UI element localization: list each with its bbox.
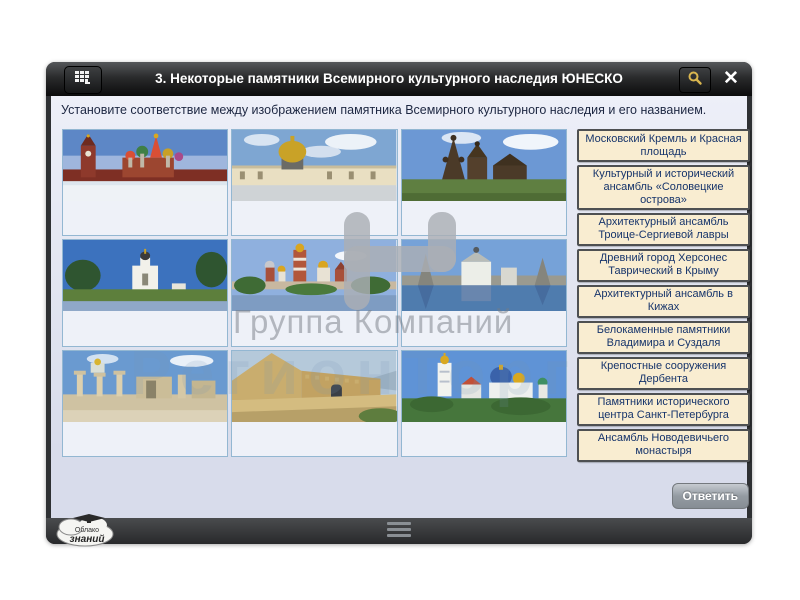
grid-cell [231, 129, 397, 236]
grid-cell [401, 350, 567, 457]
kizhi-wooden-churches-photo [402, 130, 566, 201]
grid-cell [231, 239, 397, 346]
logo-line2: знаний [70, 534, 105, 545]
drop-slot[interactable] [63, 201, 227, 235]
trinity-lavra-sergiev-posad-photo [402, 351, 566, 422]
drag-handle-icon[interactable] [387, 522, 411, 537]
answer-option[interactable]: Архитектурный ансамбль в Кижах [577, 285, 750, 318]
search-button[interactable] [679, 67, 711, 93]
bottom-bar: Облако знаний [46, 518, 752, 544]
moscow-kremlin-red-square-photo [63, 130, 227, 201]
answer-option[interactable]: Московский Кремль и Красная площадь [577, 129, 750, 162]
grid-cell [231, 350, 397, 457]
drop-slot[interactable] [232, 201, 396, 235]
answer-option[interactable]: Крепостные сооружения Дербента [577, 357, 750, 390]
drop-slot[interactable] [402, 311, 566, 345]
grid-cell [401, 239, 567, 346]
novodevichy-convent-photo [232, 240, 396, 311]
app-window: 3. Некоторые памятники Всемирного культу… [46, 62, 752, 544]
derbent-fortress-photo [232, 351, 396, 422]
magnifier-icon [687, 70, 703, 91]
logo-line1: Облако [75, 526, 99, 534]
drop-slot[interactable] [63, 311, 227, 345]
answer-option[interactable]: Древний город Херсонес Таврический в Кры… [577, 249, 750, 282]
drop-slot[interactable] [402, 201, 566, 235]
church-intercession-on-nerl-photo [63, 240, 227, 311]
image-grid [62, 129, 567, 457]
grid-icon [74, 70, 92, 90]
drop-slot[interactable] [232, 311, 396, 345]
menu-button[interactable] [64, 66, 102, 94]
titlebar: 3. Некоторые памятники Всемирного культу… [46, 62, 752, 96]
grid-cell [401, 129, 567, 236]
oblako-znaniy-logo: Облако знаний [51, 508, 119, 548]
drop-slot[interactable] [232, 422, 396, 456]
question-text: Установите соответствие между изображени… [61, 103, 739, 117]
chersonesus-ruins-photo [63, 351, 227, 422]
drop-slot[interactable] [63, 422, 227, 456]
grid-cell [62, 129, 228, 236]
answer-option[interactable]: Белокаменные памятники Владимира и Сузда… [577, 321, 750, 354]
submit-button[interactable]: Ответить [672, 483, 749, 509]
answer-option[interactable]: Архитектурный ансамбль Троице-Сергиевой … [577, 213, 750, 246]
answer-list: Московский Кремль и Красная площадь Куль… [577, 129, 750, 462]
page-title: 3. Некоторые памятники Всемирного культу… [106, 62, 672, 96]
drop-slot[interactable] [402, 422, 566, 456]
solovetsky-monastery-photo [402, 240, 566, 311]
answer-option[interactable]: Ансамбль Новодевичьего монастыря [577, 429, 750, 462]
task-area: Установите соответствие между изображени… [51, 96, 747, 518]
grid-cell [62, 350, 228, 457]
answer-option[interactable]: Памятники исторического центра Санкт-Пет… [577, 393, 750, 426]
grid-cell [62, 239, 228, 346]
saint-petersburg-st-isaacs-photo [232, 130, 396, 201]
close-icon[interactable]: ✕ [715, 65, 747, 93]
answer-option[interactable]: Культурный и исторический ансамбль «Соло… [577, 165, 750, 210]
